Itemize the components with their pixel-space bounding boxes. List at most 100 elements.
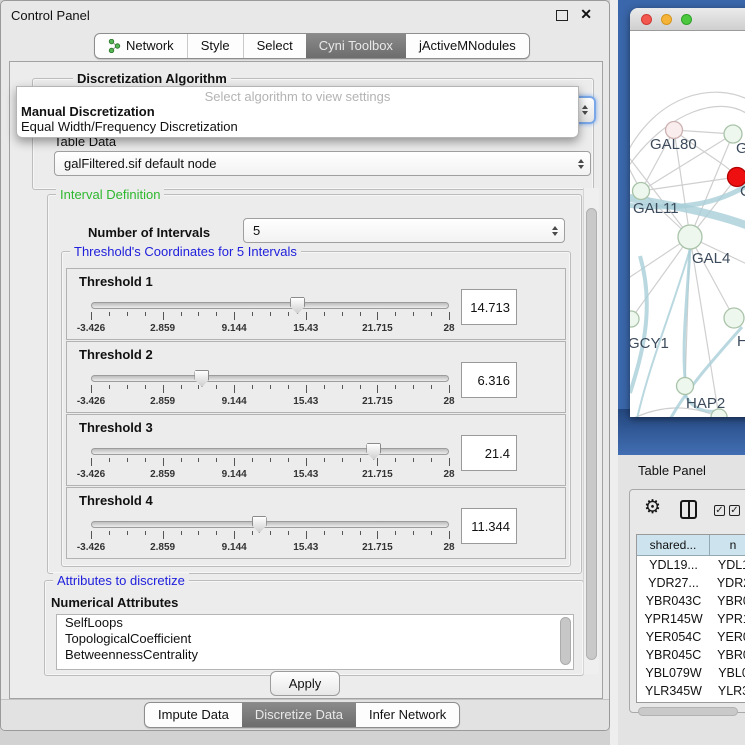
slider-tick bbox=[449, 385, 450, 393]
split-table-icon[interactable] bbox=[680, 500, 697, 519]
number-of-intervals-combobox[interactable]: 5 bbox=[243, 218, 565, 243]
network-node-gal4[interactable] bbox=[678, 225, 702, 249]
network-node-hap2[interactable] bbox=[677, 378, 694, 395]
threshold-panel-threshold-2: Threshold 2-3.4262.8599.14415.4321.71528… bbox=[66, 341, 566, 413]
network-node-label: G bbox=[736, 140, 745, 157]
table-cell: YLR3 bbox=[710, 682, 745, 700]
table-row[interactable]: YIL052CYIL0 bbox=[637, 700, 745, 703]
attribute-item-selfloops[interactable]: SelfLoops bbox=[57, 615, 573, 631]
checkbox-icon[interactable]: ✓ bbox=[714, 505, 725, 516]
network-node-label: GAL4 bbox=[692, 250, 730, 267]
slider-tick bbox=[395, 458, 396, 462]
slider-tick bbox=[145, 312, 146, 316]
attribute-item-topologicalcoefficient[interactable]: TopologicalCoefficient bbox=[57, 631, 573, 647]
slider-tick bbox=[449, 312, 450, 320]
tab-label: Network bbox=[126, 34, 174, 58]
threshold-slider[interactable]: -3.4262.8599.14415.4321.71528 bbox=[91, 370, 449, 410]
slider-ticks bbox=[91, 385, 449, 394]
zoom-light[interactable] bbox=[681, 14, 692, 25]
slider-tick bbox=[270, 385, 271, 389]
threshold-value-field[interactable]: 21.4 bbox=[461, 435, 517, 471]
popup-hint: Select algorithm to view settings bbox=[17, 89, 578, 104]
slider-tick bbox=[127, 531, 128, 535]
tab-select[interactable]: Select bbox=[243, 34, 306, 58]
close-light[interactable] bbox=[641, 14, 652, 25]
algorithm-option-manual-discretization[interactable]: Manual Discretization bbox=[17, 104, 578, 119]
numerical-attributes-list[interactable]: SelfLoopsTopologicalCoefficientBetweenne… bbox=[56, 614, 574, 670]
slider-tick bbox=[306, 312, 307, 320]
table-row[interactable]: YBR045CYBR0 bbox=[637, 646, 745, 664]
slider-tick bbox=[342, 312, 343, 316]
cyni-toolbox-panel: Discretization Algorithm Select algorith… bbox=[9, 61, 603, 699]
table-row[interactable]: YDR27...YDR2 bbox=[637, 574, 745, 592]
minimize-light[interactable] bbox=[661, 14, 672, 25]
gear-icon[interactable]: ⚙ bbox=[644, 496, 661, 518]
table-cell: YPR145W bbox=[637, 610, 710, 628]
table-data-combobox[interactable]: galFiltered.sif default node bbox=[54, 151, 591, 176]
slider-tick bbox=[342, 531, 343, 535]
table-row[interactable]: YBR043CYBR0 bbox=[637, 592, 745, 610]
tab-cyni-toolbox[interactable]: Cyni Toolbox bbox=[306, 34, 406, 58]
table-horizontal-scrollbar[interactable] bbox=[636, 707, 745, 716]
float-window-icon[interactable] bbox=[556, 10, 568, 21]
tab-impute-data[interactable]: Impute Data bbox=[145, 703, 242, 727]
slider-tick bbox=[324, 531, 325, 535]
panel-vertical-scrollbar[interactable] bbox=[583, 188, 599, 674]
slider-tick-labels: -3.4262.8599.14415.4321.71528 bbox=[91, 542, 449, 554]
slider-track[interactable] bbox=[91, 375, 449, 382]
slider-tick-label: -3.426 bbox=[77, 542, 105, 553]
table-cell: YDR2 bbox=[710, 574, 745, 592]
close-icon[interactable]: ✕ bbox=[580, 6, 592, 23]
tab-infer-network[interactable]: Infer Network bbox=[356, 703, 459, 727]
interval-definition-label: Interval Definition bbox=[56, 187, 164, 202]
scrollbar-thumb[interactable] bbox=[638, 707, 738, 716]
table-row[interactable]: YPR145WYPR1 bbox=[637, 610, 745, 628]
slider-track[interactable] bbox=[91, 521, 449, 528]
table-row[interactable]: YLR345WYLR3 bbox=[637, 682, 745, 700]
table-data-value: galFiltered.sif default node bbox=[64, 156, 216, 171]
threshold-value-field[interactable]: 11.344 bbox=[461, 508, 517, 544]
panel-divider[interactable] bbox=[610, 0, 618, 745]
tab-network[interactable]: Network bbox=[95, 34, 187, 58]
threshold-slider[interactable]: -3.4262.8599.14415.4321.71528 bbox=[91, 516, 449, 556]
network-node-gal11[interactable] bbox=[633, 183, 650, 200]
slider-track[interactable] bbox=[91, 302, 449, 309]
table-row[interactable]: YER054CYER0 bbox=[637, 628, 745, 646]
slider-tick bbox=[306, 458, 307, 466]
network-node-gcy1[interactable] bbox=[630, 311, 639, 327]
slider-tick bbox=[360, 312, 361, 316]
checkbox-icon[interactable]: ✓ bbox=[729, 505, 740, 516]
tab-style[interactable]: Style bbox=[187, 34, 243, 58]
column-header-2[interactable]: n bbox=[710, 535, 745, 556]
slider-tick-label: -3.426 bbox=[77, 396, 105, 407]
threshold-panel-threshold-1: Threshold 1 -3.4262.8599.14415.4321.71528… bbox=[66, 268, 566, 340]
network-window-titlebar bbox=[630, 8, 745, 31]
threshold-label: Threshold 1 bbox=[79, 274, 153, 289]
threshold-slider[interactable]: -3.4262.8599.14415.4321.71528 bbox=[91, 443, 449, 483]
tab-jactivemnodules[interactable]: jActiveMNodules bbox=[406, 34, 529, 58]
table-row[interactable]: YBL079WYBL0 bbox=[637, 664, 745, 682]
slider-track[interactable] bbox=[91, 448, 449, 455]
scrollbar-thumb[interactable] bbox=[586, 208, 597, 660]
slider-tick bbox=[216, 312, 217, 316]
slider-tick bbox=[109, 312, 110, 316]
apply-button[interactable]: Apply bbox=[270, 671, 340, 696]
node-attribute-table[interactable]: shared...n YDL19...YDL1YDR27...YDR2YBR04… bbox=[636, 534, 745, 703]
network-graph-canvas[interactable]: GAL80GGAL11CGAL4GCY1HHAP2 bbox=[630, 31, 745, 417]
attribute-item-betweennesscentrality[interactable]: BetweennessCentrality bbox=[57, 647, 573, 663]
control-panel-window: Control Panel ✕ NetworkStyleSelectCyni T… bbox=[0, 0, 610, 731]
slider-tick bbox=[198, 531, 199, 535]
slider-tick bbox=[324, 458, 325, 462]
threshold-value-field[interactable]: 14.713 bbox=[461, 289, 517, 325]
algorithm-option-equal-width-frequency-discretization[interactable]: Equal Width/Frequency Discretization bbox=[17, 119, 578, 134]
table-panel-inner: ⚙ ✓ ✓ shared...n YDL19...YDL1YDR27...YDR… bbox=[629, 489, 745, 713]
list-scrollbar[interactable] bbox=[560, 617, 571, 665]
threshold-slider[interactable]: -3.4262.8599.14415.4321.71528 bbox=[91, 297, 449, 337]
tab-discretize-data[interactable]: Discretize Data bbox=[242, 703, 356, 727]
network-node-label: C bbox=[740, 183, 745, 200]
network-node-h[interactable] bbox=[724, 308, 744, 328]
column-header-1[interactable]: shared... bbox=[637, 535, 710, 556]
threshold-value-field[interactable]: 6.316 bbox=[461, 362, 517, 398]
slider-tick bbox=[109, 531, 110, 535]
table-row[interactable]: YDL19...YDL1 bbox=[637, 556, 745, 574]
